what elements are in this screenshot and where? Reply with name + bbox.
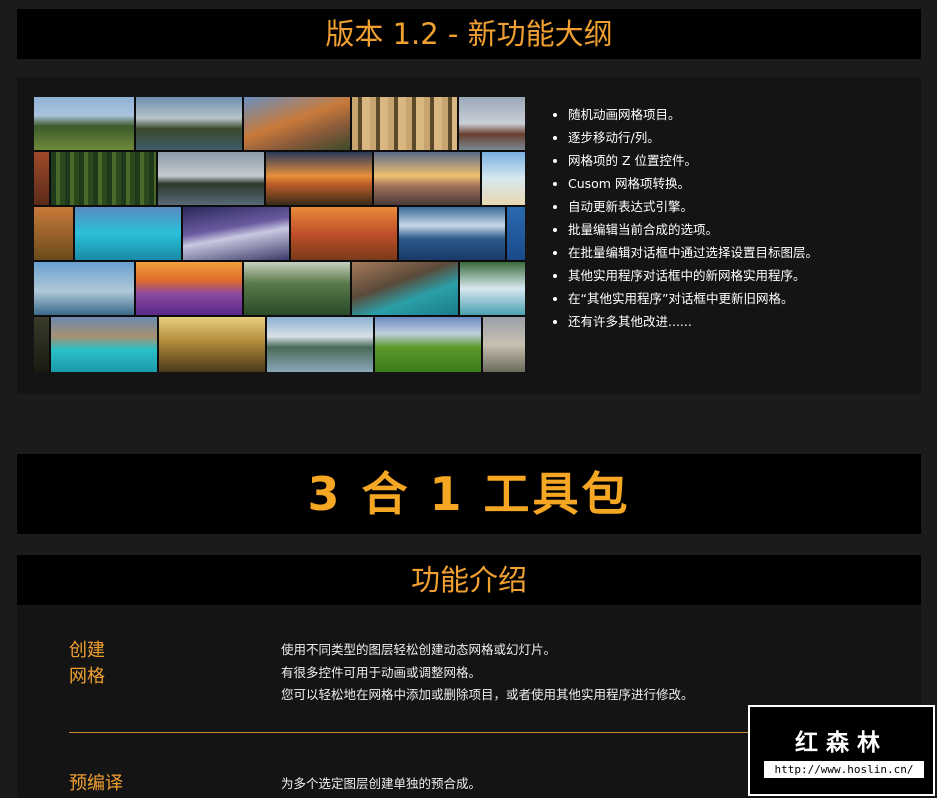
toolkit-title: 3 合 1 工具包 — [307, 467, 631, 521]
feature-item: Cusom 网格项转换。 — [568, 172, 928, 195]
mosaic-image — [482, 152, 525, 205]
mosaic-image — [244, 97, 350, 150]
mosaic-image — [136, 262, 242, 315]
mosaic-image — [34, 317, 49, 372]
mosaic-image — [352, 262, 458, 315]
mosaic-image — [51, 152, 156, 205]
mosaic-image — [507, 207, 525, 260]
intro-title-bar: 功能介绍 — [17, 555, 921, 605]
mosaic-image — [75, 207, 181, 260]
mosaic-image — [267, 317, 373, 372]
feature-list: 随机动画网格项目。 逐步移动行/列。 网格项的 Z 位置控件。 Cusom 网格… — [550, 103, 928, 333]
feature-item: 还有许多其他改进...... — [568, 310, 928, 333]
feature-label-line: 网格 — [69, 666, 105, 687]
feature-item: 逐步移动行/列。 — [568, 126, 928, 149]
feature-item: 批量编辑当前合成的选项。 — [568, 218, 928, 241]
mosaic-image — [483, 317, 525, 372]
mosaic-image — [34, 262, 134, 315]
mosaic-image — [136, 97, 242, 150]
mosaic-image — [399, 207, 505, 260]
feature-item: 在“其他实用程序”对话框中更新旧网格。 — [568, 287, 928, 310]
feature-label-precompose: 预编译 — [69, 773, 123, 794]
feature-label-create-grid: 创建 网格 — [69, 638, 105, 690]
mosaic-image — [352, 97, 457, 150]
feature-item: 自动更新表达式引擎。 — [568, 195, 928, 218]
image-mosaic — [34, 97, 525, 372]
mosaic-image — [266, 152, 372, 205]
mosaic-image — [34, 207, 73, 260]
version-features-panel: 随机动画网格项目。 逐步移动行/列。 网格项的 Z 位置控件。 Cusom 网格… — [17, 77, 921, 394]
feature-item: 其他实用程序对话框中的新网格实用程序。 — [568, 264, 928, 287]
feature-desc-line: 您可以轻松地在网格中添加或删除项目，或者使用其他实用程序进行修改。 — [281, 687, 694, 702]
mosaic-image — [374, 152, 480, 205]
version-title: 版本 1.2 - 新功能大纲 — [325, 17, 613, 51]
feature-desc-create-grid: 使用不同类型的图层轻松创建动态网格或幻灯片。 有很多控件可用于动画或调整网格。 … — [281, 639, 694, 707]
version-title-bar: 版本 1.2 - 新功能大纲 — [17, 9, 921, 59]
feature-item: 随机动画网格项目。 — [568, 103, 928, 126]
mosaic-image — [459, 97, 525, 150]
feature-item: 在批量编辑对话框中通过选择设置目标图层。 — [568, 241, 928, 264]
feature-desc-precompose: 为多个选定图层创建单独的预合成。 — [281, 773, 481, 796]
mosaic-image — [460, 262, 525, 315]
mosaic-image — [159, 317, 265, 372]
watermark-url: http://www.hoslin.cn/ — [764, 761, 924, 778]
watermark-name: 红森林 — [795, 730, 888, 756]
mosaic-image — [183, 207, 289, 260]
feature-desc-line: 为多个选定图层创建单独的预合成。 — [281, 776, 482, 791]
feature-label-line: 创建 — [69, 640, 105, 661]
mosaic-image — [158, 152, 264, 205]
mosaic-image — [34, 97, 134, 150]
toolkit-title-bar: 3 合 1 工具包 — [17, 454, 921, 534]
mosaic-image — [291, 207, 397, 260]
feature-desc-line: 有很多控件可用于动画或调整网格。 — [281, 664, 482, 680]
site-watermark: 红森林 http://www.hoslin.cn/ — [748, 705, 935, 796]
mosaic-image — [244, 262, 350, 315]
mosaic-image — [34, 152, 49, 205]
mosaic-image — [51, 317, 157, 372]
feature-desc-line: 使用不同类型的图层轻松创建动态网格或幻灯片。 — [281, 642, 557, 657]
mosaic-image — [375, 317, 481, 372]
feature-item: 网格项的 Z 位置控件。 — [568, 149, 928, 172]
intro-title: 功能介绍 — [410, 563, 527, 597]
